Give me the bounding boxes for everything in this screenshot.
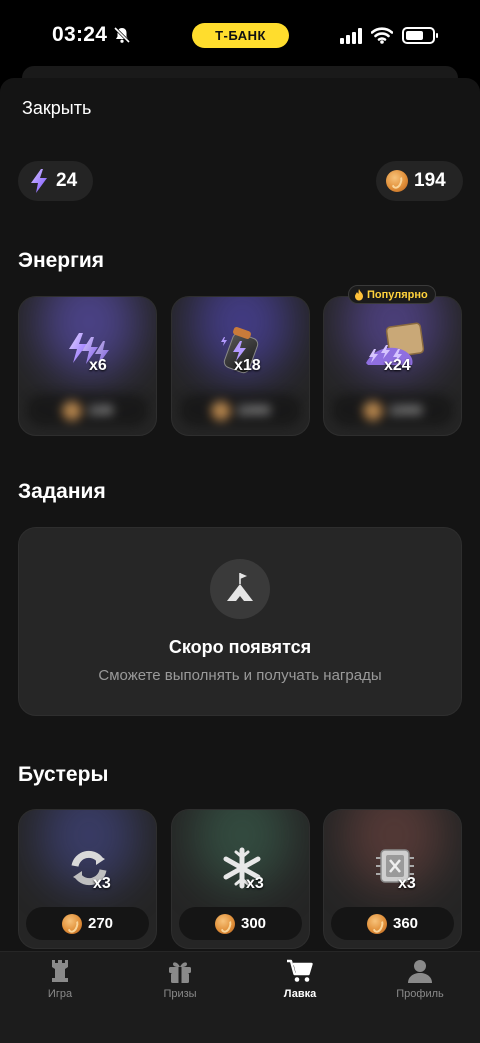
- section-title-energy: Энергия: [18, 249, 105, 272]
- tab-label: Профиль: [396, 988, 444, 1000]
- status-bar: 03:24 Т-БАНК: [0, 0, 480, 70]
- popular-badge-label: Популярно: [367, 288, 428, 301]
- booster-price-value: 360: [392, 915, 419, 932]
- popular-badge: Популярно: [348, 285, 436, 304]
- tab-label: Призы: [163, 988, 197, 1000]
- bell-off-icon: [113, 26, 131, 44]
- booster-price: 300: [179, 907, 302, 940]
- offer-price-value: 100: [87, 402, 114, 419]
- battery-icon: [402, 27, 438, 44]
- energy-offer-2[interactable]: x18 1000: [171, 296, 310, 436]
- coin-icon: [362, 400, 383, 421]
- booster-offer-3[interactable]: x3 360: [323, 809, 462, 949]
- booster-offer-1[interactable]: x3 270: [18, 809, 157, 949]
- coin-icon: [210, 400, 231, 421]
- offer-multiplier: x24: [384, 357, 411, 374]
- offer-price-value: 1000: [388, 402, 423, 419]
- section-title-tasks: Задания: [18, 480, 106, 503]
- wifi-icon: [371, 27, 393, 44]
- booster-multiplier: x3: [398, 875, 416, 892]
- energy-offer-1[interactable]: x6 100: [18, 296, 157, 436]
- shop-sheet: Закрыть 24 194 Энергия Популярно x6 100: [0, 78, 480, 1043]
- chess-rook-icon: [52, 960, 68, 982]
- booster-price-value: 300: [240, 915, 267, 932]
- booster-multiplier: x3: [93, 875, 111, 892]
- booster-offer-2[interactable]: x3 300: [171, 809, 310, 949]
- energy-offer-3[interactable]: x24 1000: [323, 296, 462, 436]
- fire-icon: [355, 288, 363, 300]
- mountain-flag-svg: [227, 573, 253, 601]
- signal-icon: [340, 28, 362, 44]
- offer-price: 1000: [179, 394, 302, 427]
- section-title-boosters: Бустеры: [18, 763, 109, 786]
- tab-shop[interactable]: Лавка: [240, 958, 360, 1008]
- carrier-badge: Т-БАНК: [192, 23, 289, 48]
- coin-count: 194: [414, 170, 446, 191]
- tasks-empty-state: Скоро появятся Сможете выполнять и получ…: [18, 527, 462, 716]
- tab-label: Лавка: [283, 988, 317, 1000]
- tasks-empty-title: Скоро появятся: [168, 637, 312, 657]
- offer-price: 100: [26, 394, 149, 427]
- snowflake-booster-icon: [223, 847, 261, 889]
- cart-icon: [287, 959, 313, 982]
- tab-prizes[interactable]: Призы: [120, 958, 240, 1008]
- coin-icon: [214, 913, 235, 934]
- user-icon: [408, 960, 432, 983]
- coin-icon: [61, 913, 82, 934]
- tasks-empty-subtitle: Сможете выполнять и получать награды: [98, 667, 382, 684]
- coin-icon: [61, 400, 82, 421]
- offer-multiplier: x18: [234, 357, 261, 374]
- coin-balance: 194: [376, 161, 463, 201]
- tab-profile[interactable]: Профиль: [360, 958, 480, 1008]
- refresh-booster-icon: [71, 850, 107, 886]
- close-button[interactable]: Закрыть: [22, 98, 91, 119]
- energy-count: 24: [56, 170, 78, 191]
- booster-multiplier: x3: [246, 875, 264, 892]
- status-time: 03:24: [52, 23, 108, 46]
- offer-price-value: 1000: [236, 402, 271, 419]
- lightning-icon: [31, 169, 47, 193]
- booster-price: 360: [331, 907, 454, 940]
- chip-booster-icon: [376, 849, 414, 883]
- gift-icon: [169, 962, 191, 983]
- tab-game[interactable]: Игра: [0, 958, 120, 1008]
- mountain-flag-icon: [210, 559, 270, 619]
- booster-price: 270: [26, 907, 149, 940]
- coin-icon: [386, 170, 408, 192]
- booster-price-value: 270: [87, 915, 114, 932]
- coin-icon: [366, 913, 387, 934]
- offer-price: 1000: [331, 394, 454, 427]
- tab-label: Игра: [47, 988, 73, 1000]
- energy-balance: 24: [18, 161, 93, 201]
- tab-bar: Игра Призы Лавка Профиль: [0, 951, 480, 1043]
- offer-multiplier: x6: [89, 357, 107, 374]
- lightning-pack-icon: [69, 333, 109, 365]
